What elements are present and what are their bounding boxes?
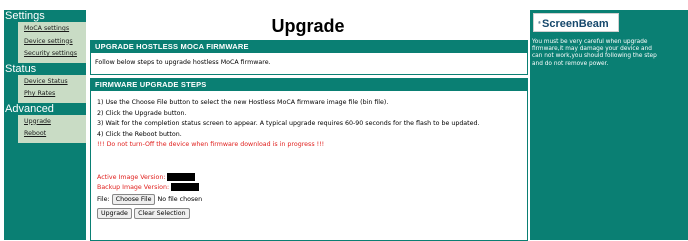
file-status-text: No file chosen [157, 195, 203, 203]
active-version-redacted [167, 172, 196, 181]
clear-selection-button[interactable]: Clear Selection [134, 207, 190, 219]
backup-image-version: Backup Image Version: [97, 182, 521, 193]
right-sidebar: ScreenBeam ® You must be very careful whe… [530, 10, 688, 240]
step-3: 3) Wait for the completion status screen… [97, 120, 480, 127]
file-label: File: [97, 195, 110, 203]
upgrade-button[interactable]: Upgrade [97, 207, 132, 219]
steps-list: 1) Use the Choose File button to select … [97, 98, 521, 151]
step-4: 4) Click the Reboot button. [97, 130, 182, 138]
advanced-links: Upgrade Reboot [18, 114, 86, 143]
sidebar-link-security-settings[interactable]: Security settings [18, 48, 86, 61]
status-links: Device Status Phy Rates [18, 74, 86, 103]
backup-version-redacted [171, 182, 200, 191]
action-buttons: Upgrade Clear Selection [97, 207, 521, 219]
section-title-advanced: Advanced [5, 102, 54, 115]
upgrade-info-text: Follow below steps to upgrade hostless M… [95, 59, 271, 66]
sidebar-link-moca-settings[interactable]: MoCA settings [18, 23, 86, 36]
sidebar-link-phy-rates[interactable]: Phy Rates [18, 88, 86, 101]
main-content: Upgrade UPGRADE HOSTLESS MOCA FIRMWARE F… [86, 10, 530, 241]
logo-text: ScreenBeam [542, 18, 609, 30]
firmware-steps-panel: FIRMWARE UPGRADE STEPS 1) Use the Choose… [90, 78, 528, 241]
logo-registered-mark: ® [538, 20, 541, 25]
step-2: 2) Click the Upgrade button. [97, 109, 187, 117]
settings-links: MoCA settings Device settings Security s… [18, 22, 86, 63]
section-title-settings: Settings [5, 10, 45, 22]
backup-image-label: Backup Image Version: [97, 183, 170, 191]
sidebar-link-device-settings[interactable]: Device settings [18, 36, 86, 49]
sidebar-link-reboot[interactable]: Reboot [18, 128, 86, 141]
download-warning: !!! Do not turn-Off the device when firm… [97, 141, 325, 148]
file-selector-row: File: Choose File No file chosen [97, 193, 521, 205]
upgrade-info-heading: UPGRADE HOSTLESS MOCA FIRMWARE [91, 41, 527, 53]
step-1: 1) Use the Choose File button to select … [97, 99, 389, 106]
upgrade-info-panel: UPGRADE HOSTLESS MOCA FIRMWARE Follow be… [90, 40, 528, 75]
firmware-steps-body: 1) Use the Choose File button to select … [91, 91, 527, 219]
page-title: Upgrade [271, 16, 345, 36]
active-image-version: Active Image Version: [97, 172, 521, 183]
section-title-status: Status [5, 62, 37, 75]
firmware-steps-heading: FIRMWARE UPGRADE STEPS [91, 79, 527, 91]
active-image-label: Active Image Version: [97, 173, 166, 181]
choose-file-button[interactable]: Choose File [111, 193, 156, 205]
upgrade-caution-note: You must be very careful when upgrade fi… [532, 39, 657, 67]
left-sidebar: Settings MoCA settings Device settings S… [4, 10, 86, 240]
screenbeam-logo: ScreenBeam ® [533, 13, 619, 32]
sidebar-link-upgrade[interactable]: Upgrade [18, 116, 86, 129]
sidebar-link-device-status[interactable]: Device Status [18, 76, 86, 89]
